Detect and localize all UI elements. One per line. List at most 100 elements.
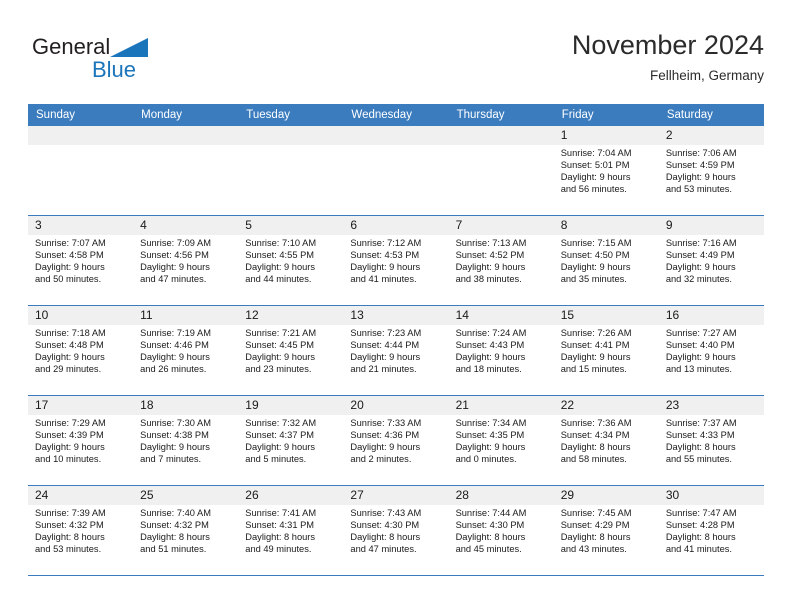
sunset-time: Sunset: 4:43 PM [455, 340, 525, 351]
daylight-duration-line-1: Daylight: 9 hours [140, 262, 210, 273]
calendar-page: General Blue November 2024 Fellheim, Ger… [0, 0, 792, 612]
day-cell-inner: 14 Sunrise: 7:24 AM Sunset: 4:43 PM Dayligh… [448, 306, 554, 395]
calendar-day-cell[interactable]: 18 Sunrise: 7:30 AM Sunset: 4:38 PM Dayligh… [133, 395, 239, 486]
day-details: Sunrise: 7:12 AM Sunset: 4:53 PM Daylight:… [343, 235, 448, 285]
calendar-day-cell[interactable]: 27 Sunrise: 7:43 AM Sunset: 4:30 PM Dayligh… [343, 485, 449, 576]
calendar-day-cell[interactable]: 7 Sunrise: 7:13 AM Sunset: 4:52 PM Daylight… [448, 215, 554, 306]
daylight-duration-line-1: Daylight: 9 hours [665, 172, 736, 183]
triangle-icon [110, 38, 149, 66]
daylight-duration-line-2: and 44 minutes. [245, 274, 312, 285]
daylight-duration-line-2: and 41 minutes. [665, 544, 732, 555]
calendar-header-row: Sunday Monday Tuesday Wednesday Thursday… [28, 104, 764, 126]
day-details: Sunrise: 7:06 AM Sunset: 4:59 PM Daylight:… [659, 145, 764, 195]
calendar-day-cell[interactable]: 24 Sunrise: 7:39 AM Sunset: 4:32 PM Dayligh… [28, 485, 134, 576]
calendar-day-cell[interactable]: 25 Sunrise: 7:40 AM Sunset: 4:32 PM Dayligh… [133, 485, 239, 576]
calendar-day-cell[interactable]: 17 Sunrise: 7:29 AM Sunset: 4:39 PM Dayligh… [28, 395, 134, 486]
sunset-time: Sunset: 4:52 PM [455, 250, 525, 261]
weekday-header-wednesday: Wednesday [343, 104, 449, 126]
calendar-day-cell[interactable]: 12 Sunrise: 7:21 AM Sunset: 4:45 PM Dayligh… [238, 305, 344, 396]
calendar-day-cell[interactable]: 29 Sunrise: 7:45 AM Sunset: 4:29 PM Dayligh… [553, 485, 659, 576]
sunset-time: Sunset: 4:33 PM [665, 430, 735, 441]
calendar-day-cell[interactable]: 3 Sunrise: 7:07 AM Sunset: 4:58 PM Daylight… [28, 215, 134, 306]
calendar-day-cell[interactable]: 20 Sunrise: 7:33 AM Sunset: 4:36 PM Dayligh… [343, 395, 449, 486]
sunrise-time: Sunrise: 7:26 AM [560, 328, 632, 338]
day-details: Sunrise: 7:30 AM Sunset: 4:38 PM Daylight:… [133, 415, 238, 465]
calendar-empty-cell [133, 126, 239, 216]
calendar-day-cell[interactable]: 9 Sunrise: 7:16 AM Sunset: 4:49 PM Daylight… [658, 215, 764, 306]
day-cell-inner: 9 Sunrise: 7:16 AM Sunset: 4:49 PM Daylight… [658, 216, 764, 305]
day-cell-inner: 11 Sunrise: 7:19 AM Sunset: 4:46 PM Dayligh… [133, 306, 239, 395]
daylight-duration-line-1: Daylight: 9 hours [560, 172, 631, 183]
daylight-duration-line-2: and 51 minutes. [140, 544, 207, 555]
calendar-day-cell[interactable]: 4 Sunrise: 7:09 AM Sunset: 4:56 PM Daylight… [133, 215, 239, 306]
calendar-day-cell[interactable]: 13 Sunrise: 7:23 AM Sunset: 4:44 PM Dayligh… [343, 305, 449, 396]
calendar-day-cell[interactable]: 28 Sunrise: 7:44 AM Sunset: 4:30 PM Dayligh… [448, 485, 554, 576]
sunrise-time: Sunrise: 7:19 AM [140, 328, 211, 338]
daylight-duration-line-1: Daylight: 9 hours [350, 442, 421, 453]
day-details: Sunrise: 7:26 AM Sunset: 4:41 PM Daylight:… [554, 325, 659, 375]
calendar-day-cell[interactable]: 14 Sunrise: 7:24 AM Sunset: 4:43 PM Dayligh… [448, 305, 554, 396]
calendar-week-row: 17 Sunrise: 7:29 AM Sunset: 4:39 PM Dayligh… [28, 395, 764, 486]
sunset-time: Sunset: 4:58 PM [35, 250, 104, 261]
calendar-day-cell[interactable]: 15 Sunrise: 7:26 AM Sunset: 4:41 PM Dayligh… [553, 305, 659, 396]
sunset-time: Sunset: 4:39 PM [35, 430, 104, 441]
sunrise-time: Sunrise: 7:12 AM [350, 238, 422, 248]
brand-word-general: General [32, 34, 111, 59]
daylight-duration-line-1: Daylight: 8 hours [455, 532, 526, 543]
calendar-empty-cell [343, 126, 449, 216]
weekday-header-monday: Monday [133, 104, 239, 126]
weekday-header-friday: Friday [553, 104, 659, 126]
daylight-duration-line-1: Daylight: 9 hours [35, 262, 105, 273]
day-cell-inner: 29 Sunrise: 7:45 AM Sunset: 4:29 PM Dayligh… [553, 486, 659, 575]
calendar-grid: Sunday Monday Tuesday Wednesday Thursday… [28, 104, 764, 576]
sunrise-time: Sunrise: 7:40 AM [140, 508, 211, 518]
sunset-time: Sunset: 4:45 PM [245, 340, 315, 351]
daylight-duration-line-2: and 47 minutes. [140, 274, 207, 285]
calendar-day-cell[interactable]: 11 Sunrise: 7:19 AM Sunset: 4:46 PM Dayligh… [133, 305, 239, 396]
daylight-duration-line-1: Daylight: 9 hours [455, 262, 526, 273]
sunset-time: Sunset: 4:40 PM [665, 340, 735, 351]
daylight-duration-line-1: Daylight: 9 hours [560, 262, 631, 273]
calendar-day-cell[interactable]: 19 Sunrise: 7:32 AM Sunset: 4:37 PM Dayligh… [238, 395, 344, 486]
daylight-duration-line-2: and 32 minutes. [665, 274, 732, 285]
sunrise-time: Sunrise: 7:37 AM [665, 418, 737, 428]
sunset-time: Sunset: 4:35 PM [455, 430, 525, 441]
day-cell-inner: 28 Sunrise: 7:44 AM Sunset: 4:30 PM Dayligh… [448, 486, 554, 575]
day-number: 13 [343, 306, 449, 325]
daylight-duration-line-1: Daylight: 8 hours [560, 532, 631, 543]
calendar-day-cell[interactable]: 26 Sunrise: 7:41 AM Sunset: 4:31 PM Dayligh… [238, 485, 344, 576]
calendar-day-cell[interactable]: 10 Sunrise: 7:18 AM Sunset: 4:48 PM Dayligh… [28, 305, 134, 396]
day-cell-inner: 23 Sunrise: 7:37 AM Sunset: 4:33 PM Dayligh… [658, 396, 764, 485]
day-details: Sunrise: 7:19 AM Sunset: 4:46 PM Daylight:… [133, 325, 238, 375]
daylight-duration-line-2: and 23 minutes. [245, 364, 312, 375]
calendar-day-cell[interactable]: 30 Sunrise: 7:47 AM Sunset: 4:28 PM Dayligh… [658, 485, 764, 576]
sunset-time: Sunset: 4:34 PM [560, 430, 630, 441]
day-details: Sunrise: 7:27 AM Sunset: 4:40 PM Daylight:… [659, 325, 764, 375]
calendar-day-cell[interactable]: 6 Sunrise: 7:12 AM Sunset: 4:53 PM Daylight… [343, 215, 449, 306]
day-details: Sunrise: 7:15 AM Sunset: 4:50 PM Daylight:… [554, 235, 659, 285]
sunrise-time: Sunrise: 7:24 AM [455, 328, 527, 338]
day-number: 27 [343, 486, 449, 505]
daylight-duration-line-2: and 53 minutes. [665, 184, 732, 195]
calendar-day-cell[interactable]: 21 Sunrise: 7:34 AM Sunset: 4:35 PM Dayligh… [448, 395, 554, 486]
calendar-day-cell[interactable]: 2 Sunrise: 7:06 AM Sunset: 4:59 PM Daylight… [658, 126, 764, 216]
day-number: 10 [28, 306, 134, 325]
sunset-time: Sunset: 4:44 PM [350, 340, 420, 351]
daylight-duration-line-2: and 38 minutes. [455, 274, 522, 285]
calendar-day-cell[interactable]: 16 Sunrise: 7:27 AM Sunset: 4:40 PM Dayligh… [658, 305, 764, 396]
day-number [238, 126, 344, 145]
calendar-day-cell[interactable]: 8 Sunrise: 7:15 AM Sunset: 4:50 PM Daylight… [553, 215, 659, 306]
daylight-duration-line-2: and 45 minutes. [455, 544, 522, 555]
calendar-day-cell[interactable]: 22 Sunrise: 7:36 AM Sunset: 4:34 PM Dayligh… [553, 395, 659, 486]
day-cell-inner: 18 Sunrise: 7:30 AM Sunset: 4:38 PM Dayligh… [133, 396, 239, 485]
sunrise-time: Sunrise: 7:34 AM [455, 418, 527, 428]
brand-logo[interactable]: General Blue [32, 34, 232, 90]
day-number: 9 [658, 216, 764, 235]
sunrise-time: Sunrise: 7:15 AM [560, 238, 632, 248]
calendar-day-cell[interactable]: 1 Sunrise: 7:04 AM Sunset: 5:01 PM Daylight… [553, 126, 659, 216]
day-details: Sunrise: 7:40 AM Sunset: 4:32 PM Daylight:… [133, 505, 238, 555]
calendar-day-cell[interactable]: 23 Sunrise: 7:37 AM Sunset: 4:33 PM Dayligh… [658, 395, 764, 486]
sunrise-time: Sunrise: 7:45 AM [560, 508, 632, 518]
calendar-day-cell[interactable]: 5 Sunrise: 7:10 AM Sunset: 4:55 PM Daylight… [238, 215, 344, 306]
day-number: 20 [343, 396, 449, 415]
